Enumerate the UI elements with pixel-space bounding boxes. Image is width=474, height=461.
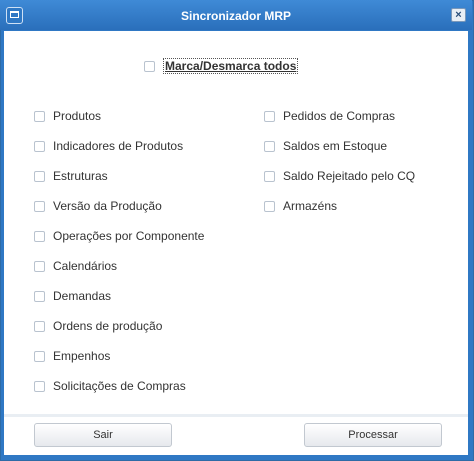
option-saldo-rejeitado-pelo-cq[interactable]: Saldo Rejeitado pelo CQ bbox=[264, 168, 415, 184]
process-button[interactable]: Processar bbox=[304, 423, 442, 447]
option-label: Solicitações de Compras bbox=[53, 379, 186, 393]
toggle-all-checkbox[interactable]: Marca/Desmarca todos bbox=[144, 57, 299, 75]
option-versao-da-producao[interactable]: Versão da Produção bbox=[34, 198, 162, 214]
option-pedidos-de-compras[interactable]: Pedidos de Compras bbox=[264, 108, 395, 124]
checkbox-icon[interactable] bbox=[34, 170, 45, 182]
option-label: Indicadores de Produtos bbox=[53, 139, 184, 153]
option-saldos-em-estoque[interactable]: Saldos em Estoque bbox=[264, 138, 387, 154]
toggle-all-label: Marca/Desmarca todos bbox=[163, 58, 299, 74]
checkbox-icon[interactable] bbox=[34, 290, 45, 302]
option-label: Versão da Produção bbox=[53, 199, 162, 213]
checkbox-icon[interactable] bbox=[34, 200, 45, 212]
option-label: Armazéns bbox=[283, 199, 338, 213]
option-produtos[interactable]: Produtos bbox=[34, 108, 101, 124]
checkbox-icon[interactable] bbox=[34, 230, 45, 242]
option-indicadores-de-produtos[interactable]: Indicadores de Produtos bbox=[34, 138, 183, 154]
option-label: Produtos bbox=[53, 109, 102, 123]
title-bar: Sincronizador MRP × bbox=[0, 0, 472, 30]
window-title: Sincronizador MRP bbox=[180, 9, 291, 23]
option-label: Operações por Componente bbox=[53, 229, 205, 243]
option-demandas[interactable]: Demandas bbox=[34, 288, 111, 304]
option-estruturas[interactable]: Estruturas bbox=[34, 168, 108, 184]
option-label: Calendários bbox=[53, 259, 118, 273]
option-label: Estruturas bbox=[53, 169, 108, 183]
option-label: Saldos em Estoque bbox=[283, 139, 388, 153]
option-label: Pedidos de Compras bbox=[283, 109, 396, 123]
checkbox-icon[interactable] bbox=[264, 200, 275, 212]
checkbox-icon[interactable] bbox=[34, 260, 45, 272]
option-label: Empenhos bbox=[53, 349, 111, 363]
option-armazens[interactable]: Armazéns bbox=[264, 198, 337, 214]
close-button[interactable]: × bbox=[451, 8, 466, 22]
checkbox-icon[interactable] bbox=[144, 60, 155, 72]
checkbox-icon[interactable] bbox=[34, 380, 45, 392]
option-ordens-de-producao[interactable]: Ordens de produção bbox=[34, 318, 162, 334]
checkbox-icon[interactable] bbox=[34, 110, 45, 122]
option-empenhos[interactable]: Empenhos bbox=[34, 348, 110, 364]
option-label: Saldo Rejeitado pelo CQ bbox=[283, 169, 416, 183]
option-solicitacoes-de-compras[interactable]: Solicitações de Compras bbox=[34, 378, 186, 394]
checkbox-icon[interactable] bbox=[264, 140, 275, 152]
option-operacoes-por-componente[interactable]: Operações por Componente bbox=[34, 228, 204, 244]
checkbox-icon[interactable] bbox=[264, 110, 275, 122]
option-label: Ordens de produção bbox=[53, 319, 163, 333]
option-calendarios[interactable]: Calendários bbox=[34, 258, 117, 274]
checkbox-icon[interactable] bbox=[34, 350, 45, 362]
option-label: Demandas bbox=[53, 289, 112, 303]
checkbox-icon[interactable] bbox=[264, 170, 275, 182]
checkbox-icon[interactable] bbox=[34, 140, 45, 152]
exit-button[interactable]: Sair bbox=[34, 423, 172, 447]
checkbox-icon[interactable] bbox=[34, 320, 45, 332]
